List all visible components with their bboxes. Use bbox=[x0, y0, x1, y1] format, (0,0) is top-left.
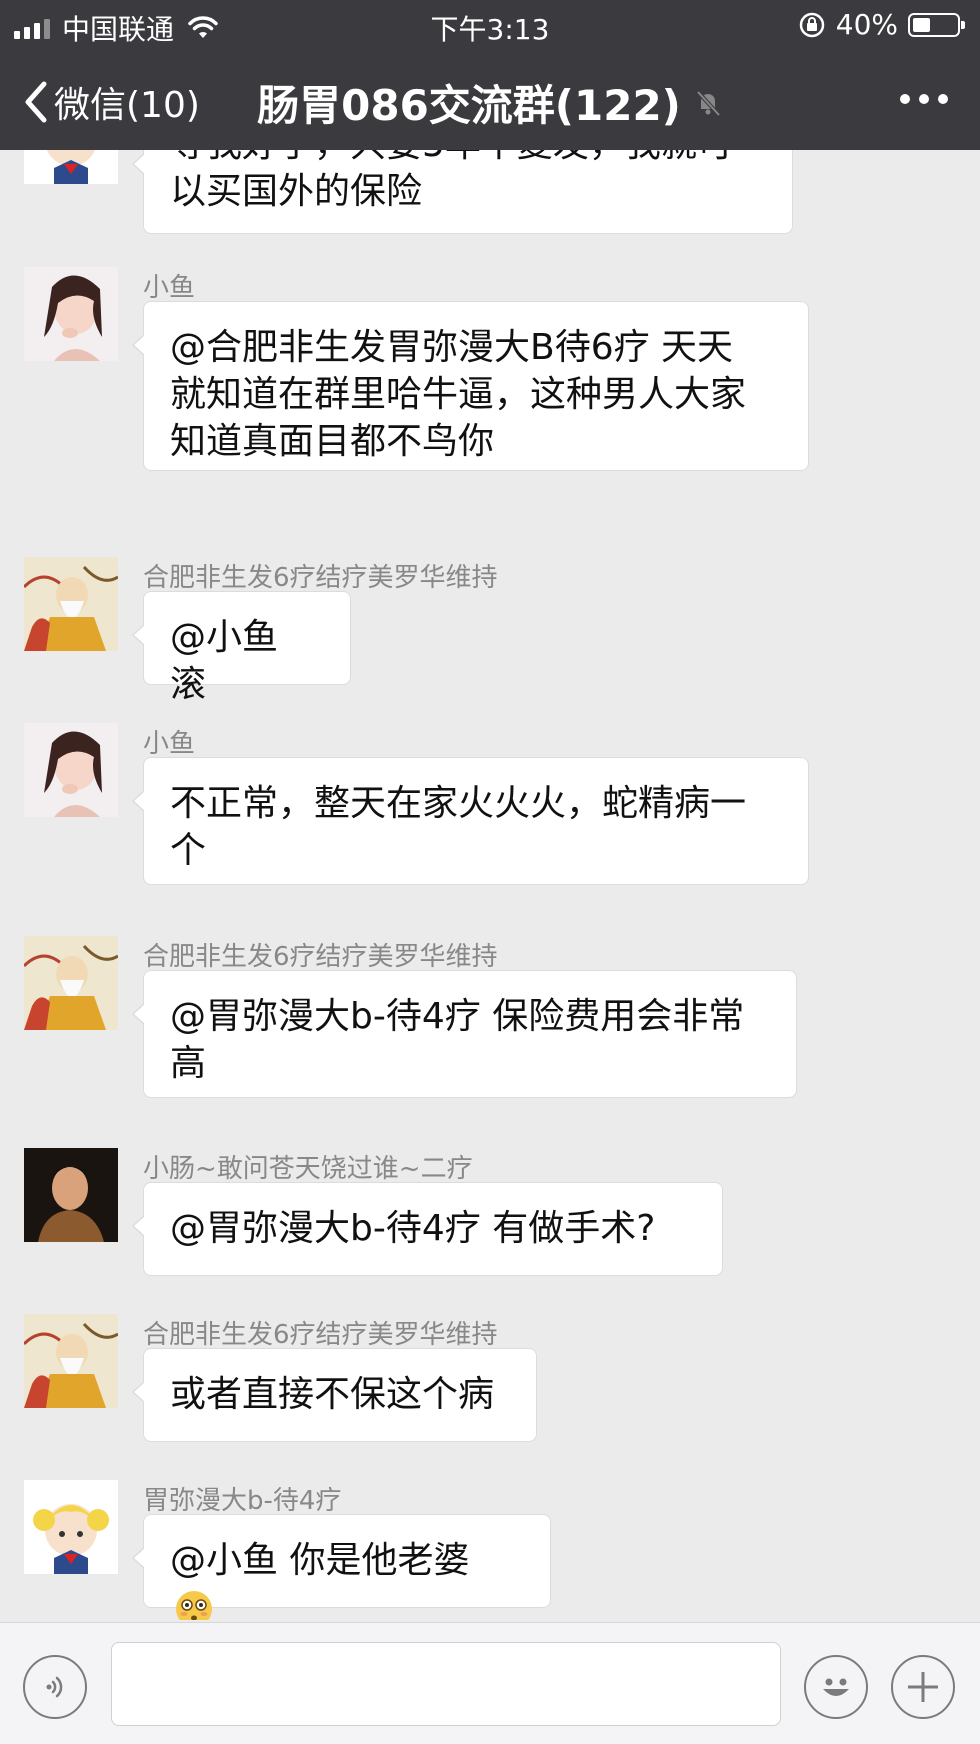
message-bubble[interactable]: @合肥非生发胃弥漫大B待6疗 天天 就知道在群里哈牛逼，这种男人大家 知道真面目… bbox=[132, 301, 809, 471]
voice-button[interactable] bbox=[23, 1655, 87, 1719]
more-icon bbox=[900, 94, 910, 104]
plus-button[interactable] bbox=[891, 1655, 955, 1719]
message-input[interactable] bbox=[111, 1642, 781, 1726]
sender-name: 合肥非生发6疗结疗美罗华维持 bbox=[143, 563, 498, 593]
avatar[interactable] bbox=[24, 936, 118, 1030]
message-bubble[interactable]: @胃弥漫大b-待4疗 保险费用会非常 高 bbox=[132, 970, 797, 1098]
battery-icon bbox=[908, 12, 965, 37]
message-line: 知道真面目都不鸟你 bbox=[170, 421, 495, 462]
message-line: 不正常，整天在家火火火，蛇精病一 bbox=[170, 783, 747, 824]
message-line: 以买国外的保险 bbox=[170, 171, 423, 212]
message-line: @胃弥漫大b-待4疗 保险费用会非常 bbox=[170, 996, 745, 1037]
message-line: 等我好了，只要5年不复发，我就可 bbox=[170, 150, 766, 168]
sender-name: 小鱼 bbox=[143, 729, 196, 759]
battery-percent: 40% bbox=[835, 8, 898, 41]
sender-name: 小肠~敢问苍天饶过谁~二疗 bbox=[143, 1154, 473, 1184]
message-bubble[interactable]: @小鱼 你是他老婆 bbox=[132, 1514, 551, 1620]
girl-photo-avatar-icon bbox=[24, 723, 118, 817]
input-bar bbox=[0, 1622, 980, 1744]
girl-photo-avatar-icon bbox=[24, 267, 118, 361]
elder-painting-avatar-icon bbox=[24, 557, 118, 651]
more-button[interactable] bbox=[900, 94, 948, 104]
avatar[interactable] bbox=[24, 723, 118, 817]
avatar[interactable] bbox=[24, 557, 118, 651]
avatar[interactable] bbox=[24, 1314, 118, 1408]
avatar[interactable] bbox=[24, 1148, 118, 1242]
message-bubble[interactable]: @胃弥漫大b-待4疗 有做手术? bbox=[132, 1182, 723, 1276]
avatar[interactable] bbox=[24, 267, 118, 361]
elder-painting-avatar-icon bbox=[24, 936, 118, 1030]
avatar[interactable] bbox=[24, 150, 118, 184]
message-bubble[interactable]: 不正常，整天在家火火火，蛇精病一 个 bbox=[132, 757, 809, 885]
man-photo-avatar-icon bbox=[24, 1148, 118, 1242]
emoji-button[interactable] bbox=[804, 1655, 868, 1719]
sender-name: 合肥非生发6疗结疗美罗华维持 bbox=[143, 942, 498, 972]
sender-name: 合肥非生发6疗结疗美罗华维持 bbox=[143, 1320, 498, 1350]
page-title: 肠胃086交流群(122) bbox=[257, 81, 681, 130]
message-line: 或者直接不保这个病 bbox=[170, 1374, 495, 1415]
message-bubble[interactable]: @小鱼 滚 bbox=[132, 591, 351, 705]
message-bubble[interactable]: 或者直接不保这个病 bbox=[132, 1348, 537, 1442]
message-line: 个 bbox=[170, 830, 207, 871]
flushed-face-icon bbox=[176, 1591, 212, 1620]
voice-icon bbox=[46, 1676, 63, 1698]
rotation-lock-icon bbox=[799, 12, 825, 37]
nav-bar: 微信(10) 肠胃086交流群(122) bbox=[0, 50, 980, 150]
top-bar: 中国联通 下午3:13 40% 微信(10) 肠胃086交流群(122) bbox=[0, 0, 980, 150]
plus-icon bbox=[908, 1672, 938, 1702]
chat-area[interactable]: 等我好了，只要5年不复发，我就可 以买国外的保险 小鱼 @合肥非生发胃弥漫大B待… bbox=[0, 150, 980, 1620]
mute-bell-icon bbox=[696, 90, 721, 116]
emoji-icon bbox=[823, 1678, 849, 1696]
sender-name: 小鱼 bbox=[143, 273, 196, 303]
sender-name: 胃弥漫大b-待4疗 bbox=[143, 1486, 342, 1516]
message-line: @胃弥漫大b-待4疗 有做手术? bbox=[170, 1208, 656, 1249]
message-line: @小鱼 滚 bbox=[170, 617, 279, 705]
message-line: @合肥非生发胃弥漫大B待6疗 天天 bbox=[170, 327, 734, 368]
sailor-moon-avatar-icon bbox=[24, 150, 118, 184]
sailor-moon-avatar-icon bbox=[24, 1480, 118, 1574]
message-bubble[interactable]: 等我好了，只要5年不复发，我就可 以买国外的保险 bbox=[132, 150, 793, 234]
message-line: 高 bbox=[170, 1043, 207, 1084]
avatar[interactable] bbox=[24, 1480, 118, 1574]
elder-painting-avatar-icon bbox=[24, 1314, 118, 1408]
message-line: @小鱼 你是他老婆 bbox=[170, 1540, 470, 1581]
status-bar: 中国联通 下午3:13 40% bbox=[0, 0, 980, 50]
message-line: 就知道在群里哈牛逼，这种男人大家 bbox=[170, 374, 747, 415]
